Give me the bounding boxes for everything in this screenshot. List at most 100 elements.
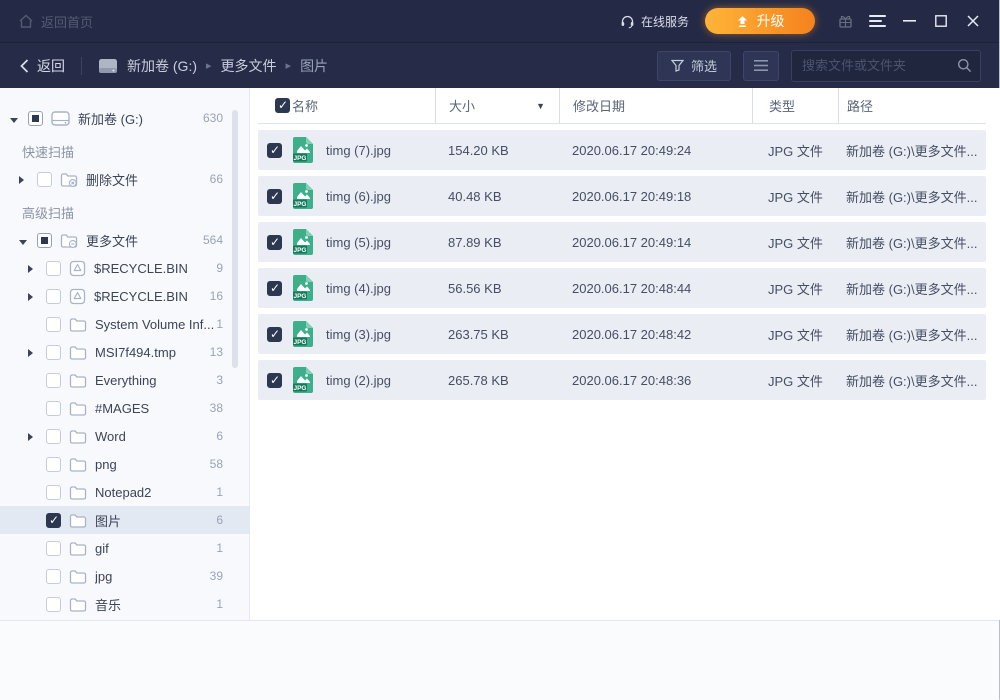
- tree-item-everything[interactable]: Everything3: [0, 366, 249, 394]
- search-icon[interactable]: [957, 58, 972, 73]
- maximize-button[interactable]: [925, 6, 957, 36]
- column-header-path[interactable]: 路径: [838, 88, 986, 123]
- row-checkbox[interactable]: [267, 235, 282, 250]
- search-input[interactable]: [802, 58, 957, 73]
- filter-button[interactable]: 筛选: [657, 51, 731, 81]
- chevron-right-icon[interactable]: [28, 345, 38, 360]
- chevron-right-icon[interactable]: [28, 261, 38, 276]
- item-count: 630: [203, 111, 223, 125]
- tree-checkbox[interactable]: [46, 345, 61, 360]
- select-all-checkbox[interactable]: [275, 98, 290, 113]
- tree-checkbox[interactable]: [46, 289, 61, 304]
- file-path: 新加卷 (G:)\更多文件...: [846, 141, 977, 160]
- file-path: 新加卷 (G:)\更多文件...: [846, 371, 977, 390]
- chevron-right-icon[interactable]: [28, 289, 38, 304]
- tree-item-$recycle-bin[interactable]: $RECYCLE.BIN9: [0, 254, 249, 282]
- file-path: 新加卷 (G:)\更多文件...: [846, 279, 977, 298]
- tree-item-gif[interactable]: gif1: [0, 534, 249, 562]
- tree-item-msi7f494-tmp[interactable]: MSI7f494.tmp13: [0, 338, 249, 366]
- search-box: [791, 50, 981, 82]
- item-count: 58: [210, 457, 223, 471]
- tree-item-png[interactable]: png58: [0, 450, 249, 478]
- row-checkbox[interactable]: [267, 327, 282, 342]
- tree-checkbox[interactable]: [46, 569, 61, 584]
- gift-icon[interactable]: [829, 6, 861, 36]
- tree-checkbox[interactable]: [46, 485, 61, 500]
- tree-checkbox[interactable]: [46, 429, 61, 444]
- row-checkbox[interactable]: [267, 189, 282, 204]
- column-header-size[interactable]: 大小▼: [435, 88, 559, 123]
- tree-item-jpg[interactable]: jpg39: [0, 562, 249, 590]
- minimize-button[interactable]: [893, 6, 925, 36]
- tree-item-notepad2[interactable]: Notepad21: [0, 478, 249, 506]
- file-row[interactable]: JPG timg (3).jpg263.75 KB2020.06.17 20:4…: [258, 314, 986, 354]
- file-date: 2020.06.17 20:49:18: [572, 189, 691, 204]
- tree-checkbox[interactable]: [46, 597, 61, 612]
- tree-item--[interactable]: 更多文件564: [0, 226, 249, 254]
- file-row[interactable]: JPG timg (6).jpg40.48 KB2020.06.17 20:49…: [258, 176, 986, 216]
- sidebar-scrollbar[interactable]: [232, 110, 238, 368]
- file-row[interactable]: JPG timg (2).jpg265.78 KB2020.06.17 20:4…: [258, 360, 986, 400]
- tree-item-label: 更多文件: [86, 231, 203, 250]
- folder-icon: [69, 568, 87, 585]
- row-checkbox[interactable]: [267, 143, 282, 158]
- folder-icon: [69, 484, 87, 501]
- item-count: 39: [210, 569, 223, 583]
- file-name: timg (3).jpg: [326, 327, 391, 342]
- tree-checkbox[interactable]: [46, 541, 61, 556]
- file-row[interactable]: JPG timg (4).jpg56.56 KB2020.06.17 20:48…: [258, 268, 986, 308]
- filter-funnel-icon: [671, 59, 684, 72]
- column-header-date[interactable]: 修改日期: [559, 88, 752, 123]
- tree-section-label: 快速扫描: [0, 137, 249, 165]
- breadcrumb-item-current[interactable]: 图片: [300, 56, 328, 76]
- tree-item--[interactable]: 图片6: [0, 506, 249, 534]
- breadcrumb-item-drive[interactable]: 新加卷 (G:): [127, 56, 197, 76]
- tree-item-label: 音乐: [95, 595, 216, 614]
- headset-icon: [620, 14, 635, 29]
- chevron-left-icon: [20, 59, 29, 73]
- recycle-bin-icon: [69, 260, 86, 277]
- home-button[interactable]: 返回首页: [18, 12, 93, 31]
- menu-icon[interactable]: [861, 6, 893, 36]
- tree-checkbox[interactable]: [46, 457, 61, 472]
- tree-checkbox[interactable]: [46, 317, 61, 332]
- file-list-panel: 名称 大小▼ 修改日期 类型 路径 JPG timg (7).jpg154.20…: [250, 88, 1000, 620]
- view-options-button[interactable]: [743, 51, 779, 81]
- close-button[interactable]: [957, 6, 989, 36]
- back-button[interactable]: 返回: [20, 56, 65, 76]
- file-type: JPG 文件: [768, 279, 823, 298]
- tree-checkbox[interactable]: [46, 261, 61, 276]
- tree-item-$recycle-bin[interactable]: $RECYCLE.BIN16: [0, 282, 249, 310]
- tree-checkbox[interactable]: [28, 111, 43, 126]
- online-service-button[interactable]: 在线服务: [620, 13, 689, 30]
- tree-checkbox[interactable]: [46, 401, 61, 416]
- file-row[interactable]: JPG timg (7).jpg154.20 KB2020.06.17 20:4…: [258, 130, 986, 170]
- tree-item-system-volume-inf-[interactable]: System Volume Inf...1: [0, 310, 249, 338]
- tree-item-word[interactable]: Word6: [0, 422, 249, 450]
- divider: [81, 57, 82, 75]
- row-checkbox[interactable]: [267, 281, 282, 296]
- column-header-name[interactable]: 名称: [292, 88, 435, 123]
- chevron-down-icon[interactable]: [10, 111, 20, 126]
- chevron-down-icon[interactable]: [19, 233, 29, 248]
- tree-checkbox[interactable]: [46, 513, 61, 528]
- folder-icon: [69, 316, 87, 333]
- file-date: 2020.06.17 20:48:36: [572, 373, 691, 388]
- tree-item--[interactable]: 删除文件66: [0, 165, 249, 193]
- chevron-right-icon[interactable]: [19, 172, 29, 187]
- tree-checkbox[interactable]: [37, 233, 52, 248]
- tree-checkbox[interactable]: [46, 373, 61, 388]
- tree-item-#mages[interactable]: #MAGES38: [0, 394, 249, 422]
- tree-item--g-[interactable]: 新加卷 (G:)630: [0, 104, 249, 132]
- row-checkbox[interactable]: [267, 373, 282, 388]
- tree-checkbox[interactable]: [37, 172, 52, 187]
- back-label: 返回: [37, 56, 65, 76]
- chevron-right-icon[interactable]: [28, 429, 38, 444]
- column-header-type[interactable]: 类型: [752, 88, 838, 123]
- breadcrumb-item-folder[interactable]: 更多文件: [221, 56, 277, 76]
- file-row[interactable]: JPG timg (5).jpg87.89 KB2020.06.17 20:49…: [258, 222, 986, 262]
- svg-text:JPG: JPG: [293, 247, 306, 254]
- tree-item--[interactable]: 音乐1: [0, 590, 249, 618]
- file-size: 154.20 KB: [448, 143, 509, 158]
- upgrade-button[interactable]: 升级: [705, 8, 815, 34]
